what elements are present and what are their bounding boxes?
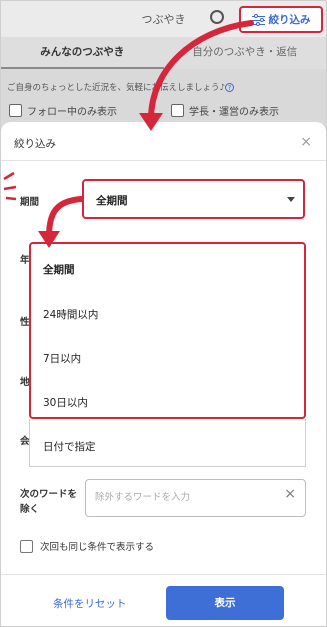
annotation-arrows <box>3 20 254 248</box>
emphasis-mark <box>5 196 17 201</box>
emphasis-mark <box>3 171 15 181</box>
emphasis-mark <box>3 185 17 191</box>
arrowhead-icon <box>38 231 60 248</box>
screen: つぶやき 絞り込み みんなのつぶやき 自分のつぶやき・返信 ご自身のちょっとした… <box>0 0 327 627</box>
arrowhead-icon <box>139 113 163 131</box>
curved-arrow-icon <box>148 20 254 122</box>
